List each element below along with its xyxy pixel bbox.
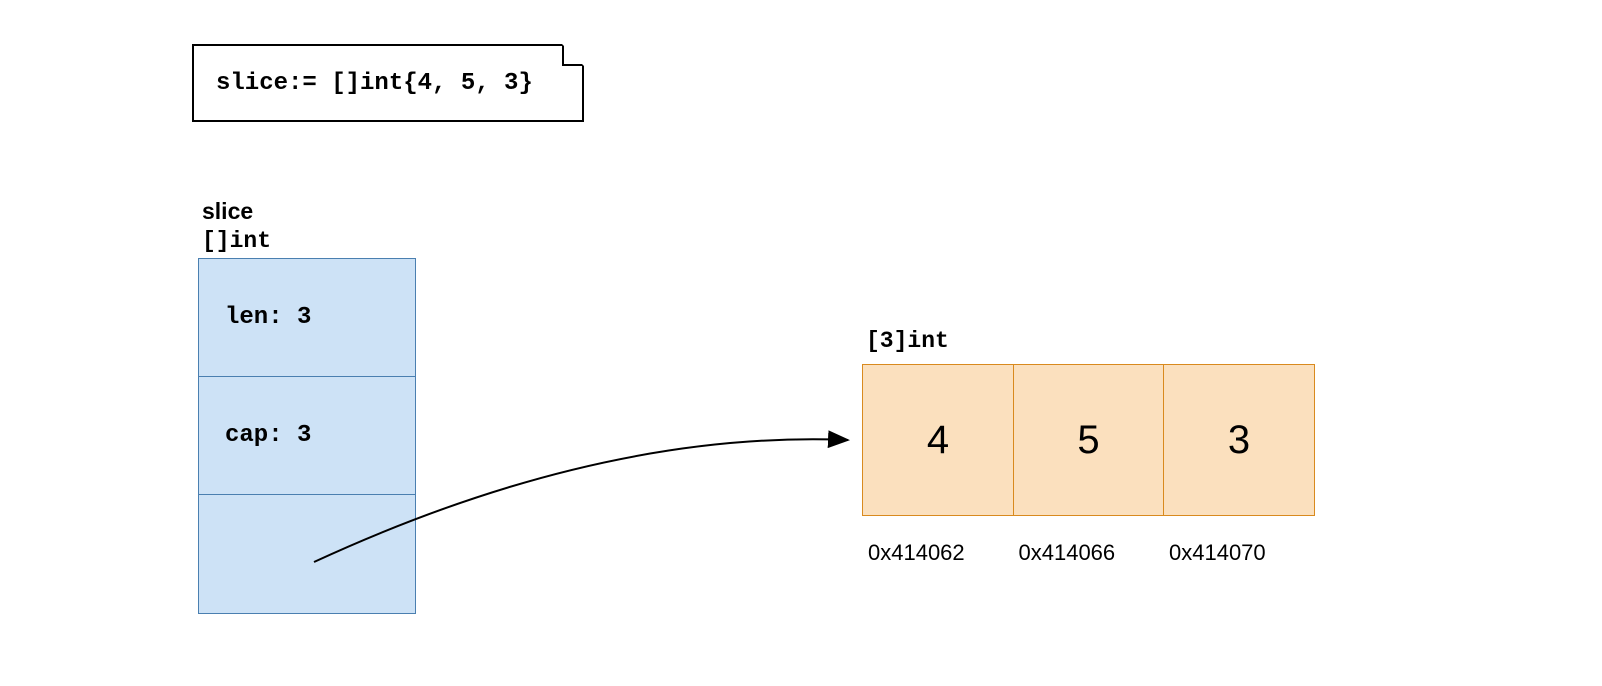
slice-cap-cell: cap: 3 xyxy=(199,377,415,495)
address-2: 0x414070 xyxy=(1167,540,1319,566)
slice-len-cell: len: 3 xyxy=(199,259,415,377)
array-box: 4 5 3 xyxy=(862,364,1315,516)
slice-title: slice xyxy=(202,198,253,225)
code-note-text: slice:= []int{4, 5, 3} xyxy=(216,70,533,97)
note-fold-icon xyxy=(562,44,584,66)
slice-ptr-cell xyxy=(199,495,415,613)
code-note-box: slice:= []int{4, 5, 3} xyxy=(192,44,584,122)
slice-struct-box: len: 3 cap: 3 xyxy=(198,258,416,614)
slice-type-label: []int xyxy=(202,228,271,254)
address-0: 0x414062 xyxy=(866,540,1018,566)
array-cell-2: 3 xyxy=(1163,364,1315,516)
address-1: 0x414066 xyxy=(1017,540,1169,566)
array-cell-0: 4 xyxy=(862,364,1014,516)
array-type-label: [3]int xyxy=(866,328,949,354)
address-row: 0x414062 0x414066 0x414070 xyxy=(866,540,1319,566)
array-cell-1: 5 xyxy=(1013,364,1165,516)
